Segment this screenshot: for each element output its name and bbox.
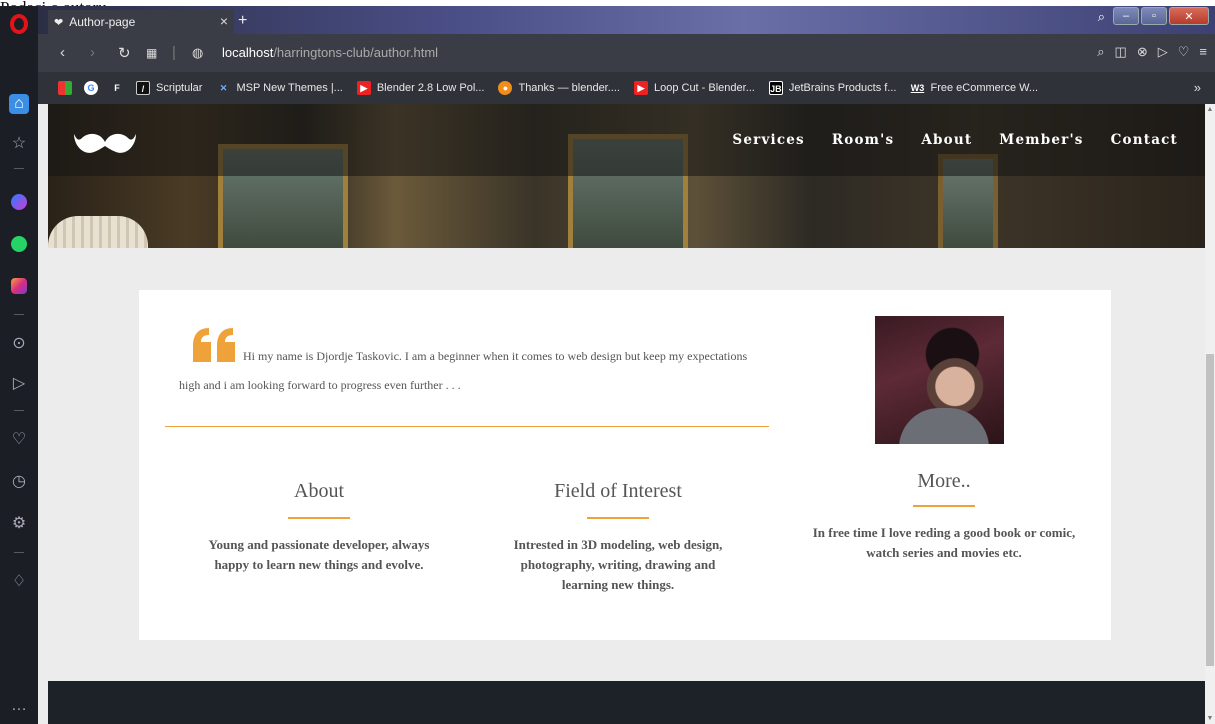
address-bar: ‹ › ↻ ▦ | ◍ localhost/harringtons-club/a… xyxy=(38,34,1215,72)
heart-icon[interactable]: ♡ xyxy=(9,430,29,450)
back-icon[interactable]: ‹ xyxy=(60,44,65,61)
interest-text: Intrested in 3D modeling, web design, ph… xyxy=(513,537,723,592)
search-icon[interactable]: ⌕ xyxy=(1097,44,1104,60)
tab-title: Author-page xyxy=(69,15,136,29)
forward-icon[interactable]: › xyxy=(90,44,95,61)
bookmark-label: MSP New Themes |... xyxy=(236,82,343,94)
bookmark-item[interactable]: / Scriptular xyxy=(136,81,202,95)
more-icon[interactable]: … xyxy=(9,696,29,716)
close-window-icon[interactable]: ✕ xyxy=(1169,7,1209,25)
f-bookmark-icon[interactable]: F xyxy=(110,81,124,95)
nav-members[interactable]: Member's xyxy=(999,132,1083,148)
heart-icon[interactable]: ♡ xyxy=(1178,44,1190,60)
scroll-down-icon[interactable]: ▼ xyxy=(1206,715,1214,722)
bookmark-item[interactable]: ▶ Blender 2.8 Low Pol... xyxy=(356,81,485,95)
author-quote: Hi my name is Djordje Taskovic. I am a b… xyxy=(179,349,748,392)
nav-about[interactable]: About xyxy=(921,132,972,148)
bookmark-label: Thanks — blender.... xyxy=(518,82,620,94)
heading-underline xyxy=(587,517,649,519)
camera-icon[interactable]: ◫ xyxy=(1115,44,1127,60)
adblock-icon[interactable]: ⊗ xyxy=(1137,44,1148,60)
quote-divider xyxy=(165,426,769,427)
bookmark-item[interactable]: ✕ MSP New Themes |... xyxy=(216,81,343,95)
bookmark-label: Scriptular xyxy=(156,82,203,94)
settings-icon[interactable]: ⚙ xyxy=(9,514,29,534)
star-icon[interactable]: ☆ xyxy=(9,134,29,154)
bookmarks-overflow-icon[interactable]: » xyxy=(1194,80,1201,95)
heading-underline xyxy=(288,517,350,519)
new-tab-icon[interactable]: + xyxy=(238,12,247,30)
whatsapp-icon[interactable] xyxy=(9,234,29,254)
mustache-favicon-icon: ❤ xyxy=(54,16,64,29)
mustache-logo-icon[interactable] xyxy=(74,130,136,165)
w3schools-icon: W3 xyxy=(910,81,925,95)
scriptular-icon: / xyxy=(136,81,150,95)
bookmarks-bar: G F / Scriptular ✕ MSP New Themes |... ▶ Bl… xyxy=(38,72,1215,104)
heading-underline xyxy=(913,505,975,507)
instagram-icon[interactable] xyxy=(9,276,29,296)
blender-icon: ● xyxy=(498,81,513,95)
workspace-icon[interactable]: ⌂ xyxy=(9,94,29,114)
url-field[interactable]: localhost/harringtons-club/author.html xyxy=(222,45,438,60)
menu-icon[interactable]: ≡ xyxy=(1199,44,1207,60)
search-tabs-icon[interactable]: ⌕ xyxy=(1098,9,1105,25)
address-actions: ⌕ ◫ ⊗ ▷ ♡ ≡ xyxy=(1097,44,1207,60)
bookmark-item[interactable]: ▶ Loop Cut - Blender... xyxy=(633,81,755,95)
about-text: Young and passionate developer, always h… xyxy=(208,537,430,572)
bookmark-item[interactable]: W3 Free eCommerce W... xyxy=(910,81,1038,95)
url-host: localhost xyxy=(222,45,274,60)
maximize-icon[interactable]: ▫ xyxy=(1141,7,1167,25)
more-heading: More.. xyxy=(917,470,971,492)
more-text: In free time I love reding a good book o… xyxy=(812,525,1076,560)
history-icon[interactable]: ◷ xyxy=(9,472,29,492)
browser-titlebar: ❤ Author-page × + ⌕ – ▫ ✕ xyxy=(38,6,1215,34)
close-tab-icon[interactable]: × xyxy=(220,13,228,29)
author-card: Hi my name is Djordje Taskovic. I am a b… xyxy=(139,290,1111,640)
interest-heading: Field of Interest xyxy=(554,480,682,502)
bookmark-item[interactable]: JB JetBrains Products f... xyxy=(768,81,897,95)
bookmark-label: Free eCommerce W... xyxy=(930,82,1039,94)
window-controls: – ▫ ✕ xyxy=(1111,7,1209,25)
youtube-icon: ▶ xyxy=(356,81,371,95)
msp-icon: ✕ xyxy=(219,83,228,93)
hero-banner: Services Room's About Member's Contact xyxy=(48,104,1205,248)
page-footer xyxy=(48,681,1205,724)
messenger-icon[interactable] xyxy=(9,192,29,212)
opera-logo-icon[interactable] xyxy=(10,14,28,34)
url-path: /harringtons-club/author.html xyxy=(273,45,439,60)
author-photo xyxy=(875,316,1004,444)
lamp-image xyxy=(48,216,148,248)
nav-rooms[interactable]: Room's xyxy=(832,132,894,148)
main-nav: Services Room's About Member's Contact xyxy=(732,132,1205,148)
bookmark-label: Blender 2.8 Low Pol... xyxy=(376,82,485,94)
page-viewport: Services Room's About Member's Contact H… xyxy=(38,104,1205,724)
send-icon[interactable]: ▷ xyxy=(9,374,29,394)
nav-contact[interactable]: Contact xyxy=(1111,132,1178,148)
youtube-icon: ▶ xyxy=(633,81,648,95)
scroll-thumb[interactable] xyxy=(1206,354,1214,666)
scrollbar[interactable]: ▲ ▼ xyxy=(1205,104,1215,724)
bookmark-item[interactable]: ● Thanks — blender.... xyxy=(498,81,620,95)
jetbrains-icon: JB xyxy=(768,81,783,95)
apps-icon[interactable] xyxy=(58,81,72,95)
nav-services[interactable]: Services xyxy=(732,132,804,148)
scroll-up-icon[interactable]: ▲ xyxy=(1206,106,1214,113)
send-icon[interactable]: ▷ xyxy=(1158,44,1168,60)
about-heading: About xyxy=(294,480,344,502)
bookmark-label: Loop Cut - Blender... xyxy=(653,82,755,94)
reload-icon[interactable]: ↻ xyxy=(118,44,131,62)
interest-column: Field of Interest Intrested in 3D modeli… xyxy=(498,480,738,595)
google-icon[interactable]: G xyxy=(84,81,98,95)
bookmark-label: JetBrains Products f... xyxy=(788,82,897,94)
site-info-icon[interactable]: ◍ xyxy=(192,45,203,61)
speed-dial-icon[interactable]: ▦ xyxy=(146,46,157,60)
opera-sidebar: ⌂ ☆ ⊙ ▷ ♡ ◷ ⚙ ♢ … xyxy=(0,6,38,724)
bulb-icon[interactable]: ♢ xyxy=(9,572,29,592)
minimize-icon[interactable]: – xyxy=(1113,7,1139,25)
player-icon[interactable]: ⊙ xyxy=(9,334,29,354)
tab-author-page[interactable]: ❤ Author-page × xyxy=(48,10,234,34)
more-column: More.. In free time I love reding a good… xyxy=(793,470,1095,563)
about-column: About Young and passionate developer, al… xyxy=(199,480,439,575)
